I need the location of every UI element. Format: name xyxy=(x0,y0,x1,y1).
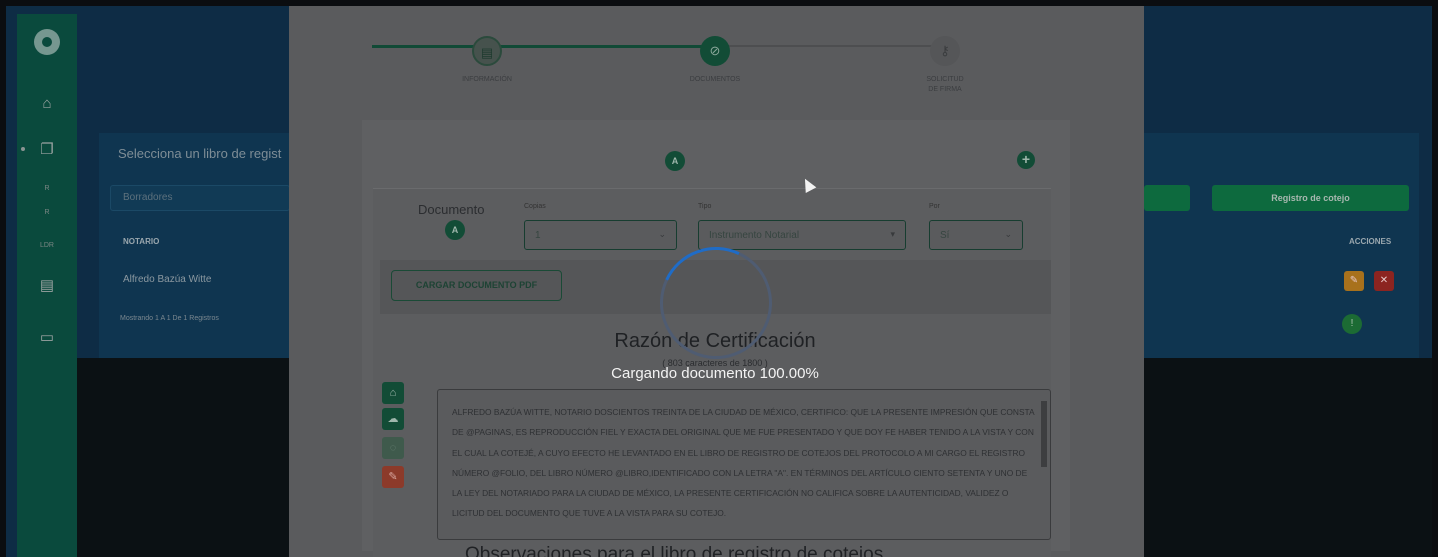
step-signature-icon[interactable]: ⚷ xyxy=(930,36,960,66)
sidebar-label-r1[interactable]: R xyxy=(17,185,77,192)
tipo-value: Instrumento Notarial xyxy=(709,230,800,241)
document-avatar: A xyxy=(445,220,465,240)
step-label-signature-line2: DE FIRMA xyxy=(928,86,962,93)
disabled-tool-icon[interactable]: ◌ xyxy=(382,437,404,459)
tipo-label: Tipo xyxy=(698,203,712,210)
certification-text: ALFREDO BAZÚA WITTE, NOTARIO DOSCIENTOS … xyxy=(452,407,1035,519)
sidebar-label-ldr[interactable]: LDR xyxy=(17,242,77,249)
step-label-signature-line1: SOLICITUD xyxy=(926,76,964,83)
step-information-icon[interactable]: ▤ xyxy=(472,36,502,66)
sidebar-label-r2[interactable]: R xyxy=(17,209,77,216)
edit-icon[interactable]: ✎ xyxy=(1344,271,1364,291)
register-cotejo-button[interactable]: Registro de cotejo xyxy=(1212,185,1409,211)
add-document-icon[interactable]: + xyxy=(1017,151,1035,169)
step-documents-icon[interactable]: ⊘ xyxy=(700,36,730,66)
home-icon[interactable]: ⌂ xyxy=(37,96,57,112)
copias-select[interactable]: 1 ⌄ xyxy=(524,220,677,250)
archive-icon[interactable]: ▤ xyxy=(37,278,57,294)
por-value: Sí xyxy=(940,230,950,241)
delete-icon[interactable]: ✕ xyxy=(1374,271,1394,291)
book-select[interactable]: Borradores xyxy=(110,185,290,211)
step-line-1 xyxy=(372,45,715,48)
table-header-acciones: ACCIONES xyxy=(1349,237,1392,246)
copias-value: 1 xyxy=(535,230,541,241)
textarea-scrollbar[interactable] xyxy=(1039,391,1049,538)
scrollbar-thumb[interactable] xyxy=(1041,401,1047,467)
tipo-select[interactable]: Instrumento Notarial ▾ xyxy=(698,220,906,250)
caret-down-icon: ▾ xyxy=(890,229,895,239)
por-select[interactable]: Sí ⌄ xyxy=(929,220,1023,250)
edit-text-icon[interactable]: ✎ xyxy=(382,466,404,488)
step-label-signature: SOLICITUD DE FIRMA xyxy=(895,75,995,95)
loading-text: Cargando documento 100.00% xyxy=(611,365,819,382)
copias-label: Copias xyxy=(524,203,546,210)
step-label-documents: DOCUMENTOS xyxy=(689,76,741,83)
table-header-notario: NOTARIO xyxy=(123,237,160,246)
chevron-down-icon: ⌄ xyxy=(1004,229,1012,239)
logo-icon[interactable] xyxy=(34,29,60,55)
step-line-2 xyxy=(715,45,945,47)
green-button[interactable] xyxy=(1144,185,1190,211)
por-label: Por xyxy=(929,203,940,210)
table-cell-notario: Alfredo Bazúa Witte xyxy=(123,274,212,285)
step-label-information: INFORMACIÓN xyxy=(462,76,512,83)
background-title: Selecciona un libro de regist xyxy=(118,146,282,161)
copy-icon[interactable]: ❐ xyxy=(37,142,57,158)
document-label: Documento xyxy=(418,202,485,217)
table-footer: Mostrando 1 A 1 De 1 Registros xyxy=(120,315,219,322)
certification-textarea[interactable]: ALFREDO BAZÚA WITTE, NOTARIO DOSCIENTOS … xyxy=(437,389,1051,540)
cloud-icon[interactable]: ☁ xyxy=(382,408,404,430)
sidebar-indicator xyxy=(21,147,25,151)
chevron-down-icon: ⌄ xyxy=(658,229,666,239)
bank-icon[interactable]: ⌂ xyxy=(382,382,404,404)
document-tab-avatar[interactable]: A xyxy=(665,151,685,171)
observations-heading: Observaciones para el libro de registro … xyxy=(465,544,884,557)
card-icon[interactable]: ▭ xyxy=(37,330,57,346)
info-icon[interactable]: ! xyxy=(1342,314,1362,334)
sidebar: ⌂ ❐ R R LDR ▤ ▭ xyxy=(17,14,77,557)
upload-pdf-button[interactable]: CARGAR DOCUMENTO PDF xyxy=(391,270,562,301)
